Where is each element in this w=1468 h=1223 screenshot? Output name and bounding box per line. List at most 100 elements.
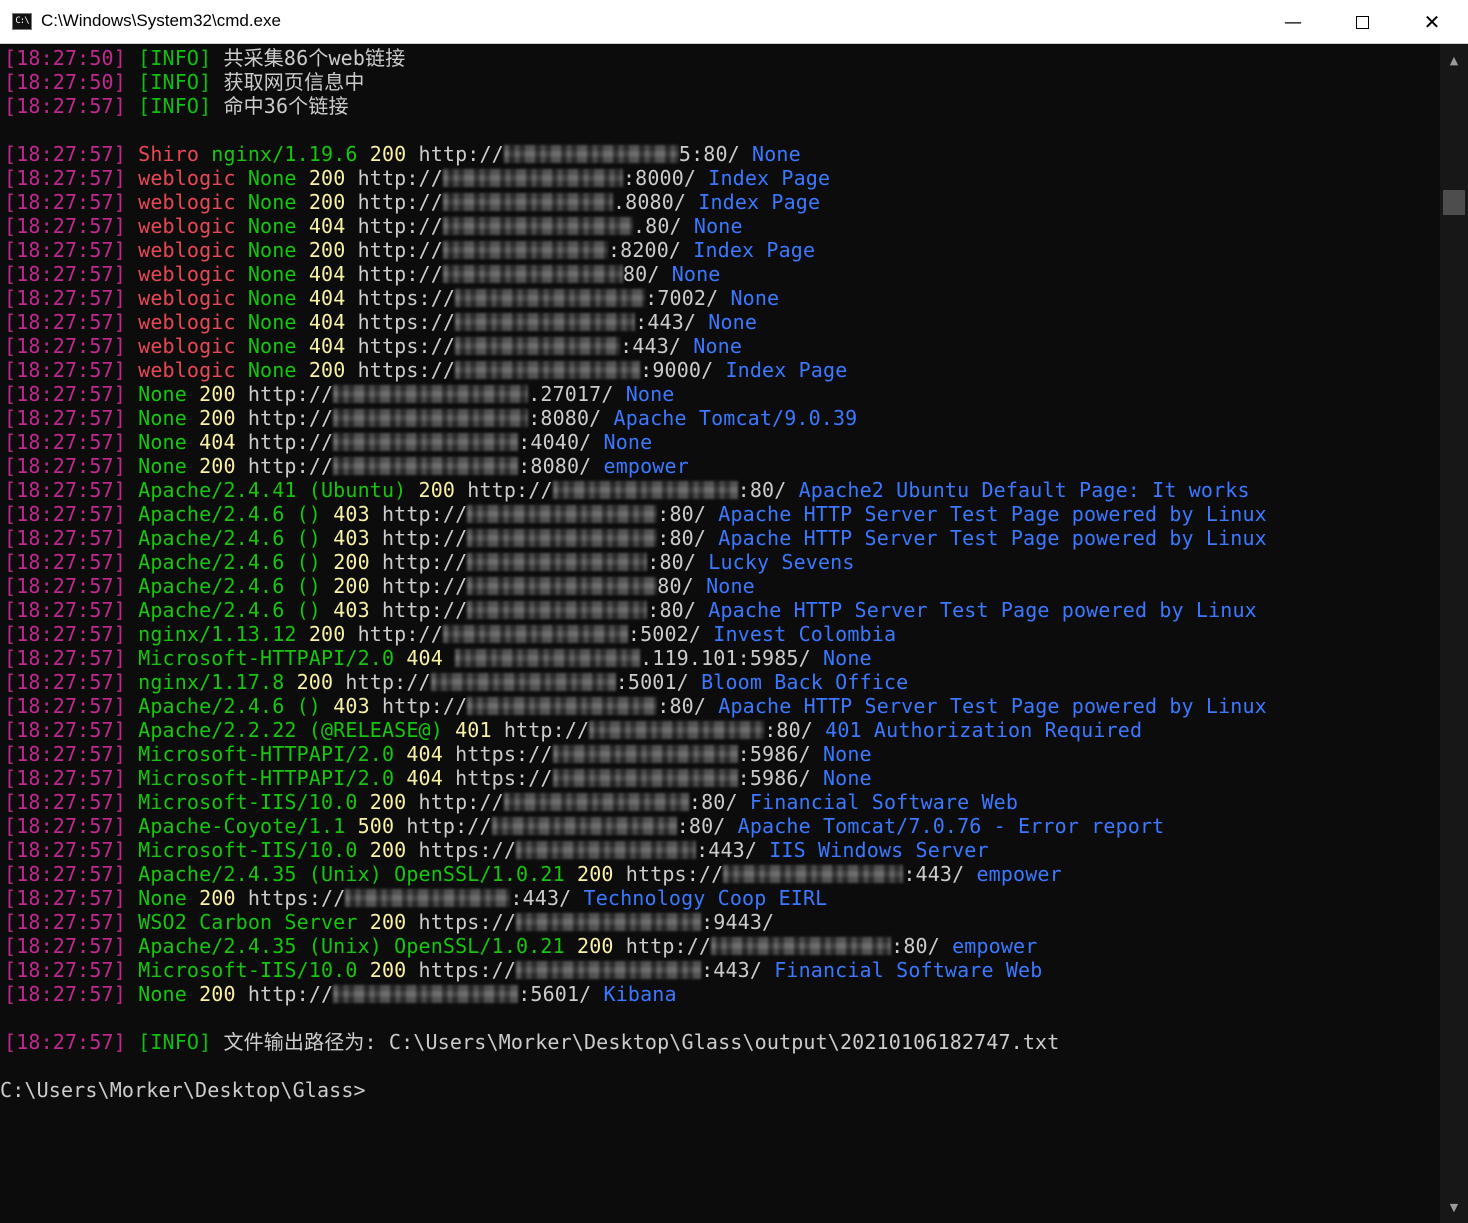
- result-segment: :5001/: [615, 670, 702, 694]
- result-segment: :443/: [696, 838, 770, 862]
- result-segment: empower: [603, 454, 689, 478]
- redacted-address: [589, 721, 765, 739]
- timestamp: [18:27:57]: [4, 214, 126, 238]
- output-path-line: [18:27:57] [INFO] 文件输出路径为: C:\Users\Mork…: [4, 1030, 1059, 1054]
- result-line: [18:27:57] Apache/2.4.35 (Unix) OpenSSL/…: [4, 934, 1037, 958]
- result-segment: .119.101:5985/: [640, 646, 823, 670]
- result-segment: None: [247, 214, 309, 238]
- result-segment: https://: [455, 766, 553, 790]
- result-segment: http://: [357, 622, 443, 646]
- timestamp: [18:27:57]: [4, 334, 126, 358]
- result-segment: :8080/: [528, 406, 614, 430]
- result-segment: 200: [308, 358, 358, 382]
- result-segment: https://: [357, 334, 456, 358]
- result-line: [18:27:57] weblogic None 200 http://:820…: [4, 238, 815, 262]
- result-segment: None: [706, 574, 755, 598]
- result-segment: Apache Tomcat/7.0.76 - Error report: [737, 814, 1165, 838]
- result-segment: 404: [406, 766, 456, 790]
- minimize-button[interactable]: —: [1258, 0, 1328, 44]
- result-segment: Microsoft-IIS/10.0: [138, 838, 370, 862]
- result-segment: :5986/: [737, 766, 823, 790]
- result-segment: None: [693, 214, 743, 238]
- result-segment: 404: [406, 646, 456, 670]
- timestamp: [18:27:57]: [4, 382, 126, 406]
- result-segment: None: [752, 142, 801, 166]
- result-line: [18:27:57] Apache/2.4.6 () 403 http://:8…: [4, 526, 1267, 550]
- result-line: [18:27:57] Apache/2.4.6 () 403 http://:8…: [4, 502, 1267, 526]
- result-line: [18:27:57] weblogic None 200 http:// .808…: [4, 190, 820, 214]
- timestamp: [18:27:57]: [4, 1030, 126, 1054]
- result-segment: Apache/2.4.6 (): [138, 526, 334, 550]
- result-segment: None: [671, 262, 721, 286]
- result-segment: 200: [199, 382, 248, 406]
- timestamp: [18:27:57]: [4, 358, 126, 382]
- result-segment: Apache/2.4.6 (): [138, 550, 334, 574]
- timestamp: [18:27:57]: [4, 478, 126, 502]
- result-segment: 200: [577, 862, 626, 886]
- result-segment: http://: [381, 574, 468, 598]
- result-line: [18:27:57] None 200 http:// .27017/ None: [4, 382, 675, 406]
- result-line: [18:27:57] Microsoft-IIS/10.0 200 https:…: [4, 958, 1042, 982]
- timestamp: [18:27:57]: [4, 622, 126, 646]
- result-segment: 500: [357, 814, 407, 838]
- info-tag: [INFO]: [138, 70, 212, 94]
- title-bar: C:\ C:\Windows\System32\cmd.exe — ✕: [0, 0, 1468, 44]
- redacted-address: [467, 601, 648, 619]
- close-button[interactable]: ✕: [1397, 0, 1467, 44]
- result-segment: 403: [333, 598, 382, 622]
- close-icon: ✕: [1423, 10, 1441, 34]
- redacted-address: [333, 409, 529, 427]
- result-segment: 404: [308, 286, 358, 310]
- result-segment: Apache/2.4.35 (Unix) OpenSSL/1.0.21: [138, 934, 578, 958]
- result-line: [18:27:57] nginx/1.13.12 200 http://:500…: [4, 622, 896, 646]
- info-tag: [INFO]: [138, 46, 212, 70]
- result-segment: None: [247, 262, 309, 286]
- maximize-button[interactable]: [1327, 0, 1397, 44]
- redacted-address: [467, 529, 658, 547]
- result-segment: 80/: [657, 574, 707, 598]
- result-segment: https://: [418, 910, 517, 934]
- result-segment: None: [708, 310, 758, 334]
- result-segment: :80/: [657, 694, 719, 718]
- result-segment: 200: [369, 958, 419, 982]
- result-segment: weblogic: [138, 286, 248, 310]
- result-segment: :4040/: [518, 430, 604, 454]
- info-message: 命中36个链接: [223, 94, 349, 118]
- vertical-scrollbar[interactable]: ▲ ▼: [1440, 44, 1468, 1223]
- result-segment: 404: [308, 310, 358, 334]
- redacted-address: [333, 457, 519, 475]
- redacted-address: [333, 985, 519, 1003]
- timestamp: [18:27:57]: [4, 142, 126, 166]
- info-message: 获取网页信息中: [223, 70, 365, 94]
- window-title: C:\Windows\System32\cmd.exe: [41, 11, 281, 30]
- timestamp: [18:27:57]: [4, 94, 126, 118]
- result-segment: :443/: [510, 886, 584, 910]
- result-segment: http://: [345, 670, 431, 694]
- redacted-address: [455, 361, 641, 379]
- redacted-address: [442, 193, 613, 211]
- result-segment: Financial Software Web: [774, 958, 1043, 982]
- result-segment: None: [138, 382, 200, 406]
- result-segment: Apache/2.4.6 (): [138, 574, 334, 598]
- result-segment: empower: [976, 862, 1062, 886]
- console-output[interactable]: [18:27:50] [INFO] 共采集86个web链接 [18:27:50] …: [0, 44, 1440, 1223]
- timestamp: [18:27:57]: [4, 814, 126, 838]
- result-segment: Apache HTTP Server Test Page powered by …: [718, 694, 1267, 718]
- timestamp: [18:27:57]: [4, 310, 126, 334]
- result-line: [18:27:57] None 200 http://:5601/ Kibana: [4, 982, 677, 1006]
- scroll-down-icon[interactable]: ▼: [1440, 1197, 1468, 1219]
- scroll-thumb[interactable]: [1443, 190, 1465, 215]
- result-segment: None: [247, 358, 309, 382]
- scroll-up-icon[interactable]: ▲: [1440, 50, 1468, 72]
- result-segment: :9443/: [701, 910, 775, 934]
- result-segment: Microsoft-HTTPAPI/2.0: [138, 766, 407, 790]
- timestamp: [18:27:57]: [4, 430, 126, 454]
- result-segment: Bloom Back Office: [701, 670, 909, 694]
- timestamp: [18:27:57]: [4, 766, 126, 790]
- result-segment: https://: [357, 286, 456, 310]
- redacted-address: [430, 673, 616, 691]
- timestamp: [18:27:57]: [4, 958, 126, 982]
- result-segment: 404: [308, 214, 358, 238]
- cmd-icon: C:\: [12, 13, 32, 30]
- redacted-address: [442, 217, 633, 235]
